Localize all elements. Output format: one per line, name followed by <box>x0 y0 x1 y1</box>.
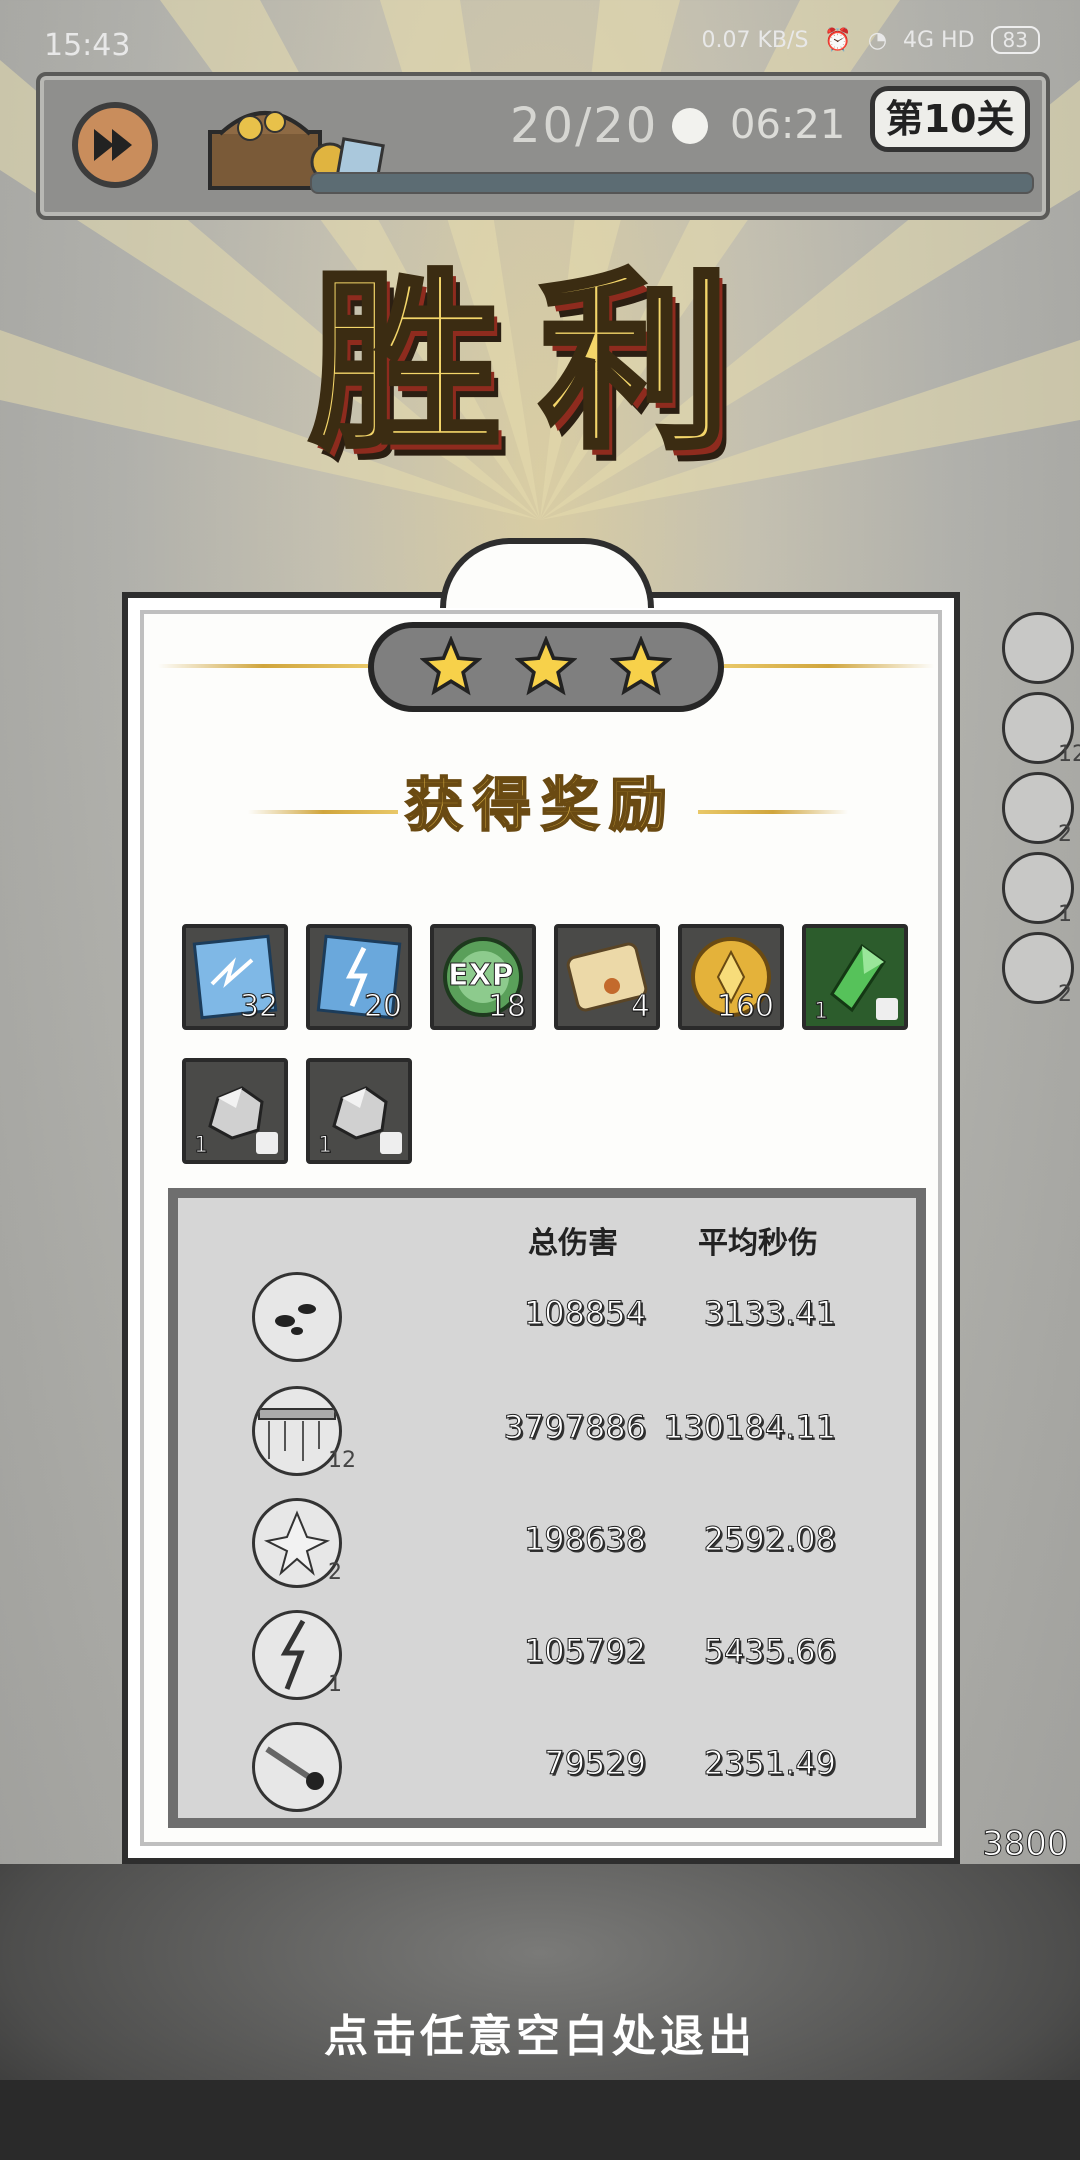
wave-progress-bar <box>310 172 1034 194</box>
system-nav-bar <box>0 2080 1080 2160</box>
battle-timer: 06:21 <box>730 102 846 148</box>
reward-item[interactable]: 1 <box>306 1058 412 1164</box>
star-icon <box>420 636 483 696</box>
total-damage-value: 108854 <box>523 1294 646 1333</box>
star-icon <box>514 636 577 696</box>
avg-dps-value: 3133.41 <box>703 1294 836 1333</box>
stats-row: 79529 2351.49 <box>178 1714 916 1814</box>
reward-item[interactable]: 1 <box>182 1058 288 1164</box>
side-skill-level: 2 <box>1058 822 1072 847</box>
reward-count: 20 <box>363 989 402 1025</box>
wifi-icon: ◔ <box>867 27 888 53</box>
stats-row: 108854 3133.41 <box>178 1264 916 1374</box>
network-indicator: 4G HD <box>903 27 975 53</box>
total-damage-value: 79529 <box>544 1744 647 1783</box>
star-rating <box>368 622 724 712</box>
fast-forward-icon <box>94 129 132 161</box>
stats-row: 1 105792 5435.66 <box>178 1602 916 1712</box>
alarm-icon: ⏰ <box>824 27 852 53</box>
star-icon <box>609 636 672 696</box>
item-type-badge-icon <box>380 1132 402 1154</box>
total-damage-value: 105792 <box>523 1632 646 1671</box>
reward-item[interactable]: 20 <box>306 924 412 1030</box>
panel-crest <box>440 538 654 608</box>
clock-icon <box>672 108 708 144</box>
divider-left <box>158 664 368 668</box>
skill-level: 1 <box>328 1672 342 1697</box>
damage-stats-table: 总伤害 平均秒伤 108854 3133.41 12 3797886 13018… <box>168 1188 926 1828</box>
reward-count: 160 <box>716 989 774 1025</box>
level-badge: 第10关 <box>870 86 1030 152</box>
reward-item[interactable]: EXP 18 <box>430 924 536 1030</box>
reward-count: 1 <box>318 1133 333 1159</box>
reward-count: 1 <box>194 1133 209 1159</box>
reward-count: 18 <box>487 989 526 1025</box>
wave-counter: 20/20 <box>510 98 659 154</box>
rewards-title: 获得奖励 <box>404 770 677 840</box>
item-type-badge-icon <box>876 998 898 1020</box>
divider-right <box>724 664 934 668</box>
rewards-title-line-right <box>698 810 848 814</box>
side-skill-level: 1 <box>1058 902 1072 927</box>
exp-label: EXP <box>448 958 515 994</box>
side-skill-level: 2 <box>1058 982 1072 1007</box>
avg-dps-value: 130184.11 <box>662 1408 836 1447</box>
header-total-damage: 总伤害 <box>528 1226 618 1261</box>
avg-dps-value: 5435.66 <box>703 1632 836 1671</box>
stats-row: 12 3797886 130184.11 <box>178 1378 916 1488</box>
gold-total: 3800 <box>982 1824 1070 1865</box>
exit-hint: 点击任意空白处退出 <box>324 2011 756 2062</box>
rewards-title-line-left <box>248 810 398 814</box>
meteor-skill-icon <box>252 1722 342 1812</box>
result-panel: 获得奖励 32 20 EXP 18 4 160 1 1 1 总伤害 平均秒伤 1… <box>122 538 960 1864</box>
reward-item[interactable]: 32 <box>182 924 288 1030</box>
net-speed: 0.07 KB/S <box>701 27 809 53</box>
total-damage-value: 3797886 <box>503 1408 647 1447</box>
item-type-badge-icon <box>256 1132 278 1154</box>
reward-item[interactable]: 4 <box>554 924 660 1030</box>
fast-forward-button[interactable] <box>72 102 158 188</box>
top-hud: 20/20 06:21 第10关 <box>36 72 1050 220</box>
battery-indicator: 83 <box>990 26 1040 54</box>
reward-item[interactable]: 160 <box>678 924 784 1030</box>
ink-splash-skill-icon[interactable] <box>1002 612 1074 684</box>
reward-count: 32 <box>239 989 278 1025</box>
ink-splash-skill-icon <box>252 1272 342 1362</box>
victory-title: 胜利 <box>307 248 770 477</box>
reward-item[interactable]: 1 <box>802 924 908 1030</box>
total-damage-value: 198638 <box>523 1520 646 1559</box>
reward-count: 1 <box>814 999 829 1025</box>
status-time: 15:43 <box>44 28 131 63</box>
header-avg-dps: 平均秒伤 <box>698 1226 818 1261</box>
side-skill-level: 12 <box>1058 742 1080 767</box>
skill-level: 12 <box>328 1448 356 1473</box>
stats-row: 2 198638 2592.08 <box>178 1490 916 1600</box>
avg-dps-value: 2351.49 <box>703 1744 836 1783</box>
avg-dps-value: 2592.08 <box>703 1520 836 1559</box>
reward-count: 4 <box>630 989 650 1025</box>
skill-level: 2 <box>328 1560 342 1585</box>
